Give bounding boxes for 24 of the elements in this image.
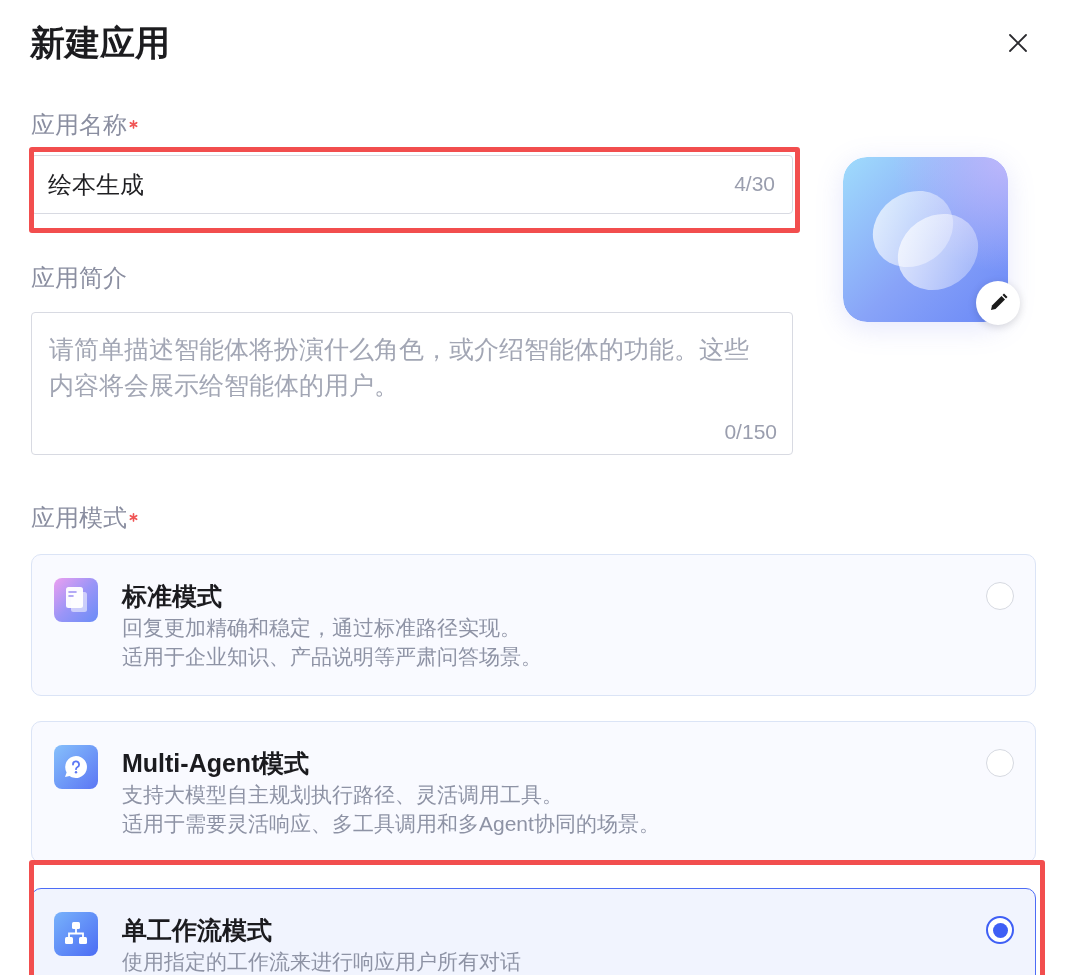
mode-option-card[interactable]: 标准模式 回复更加精确和稳定，通过标准路径实现。 适用于企业知识、产品说明等严肃问答场景。 [31,554,1036,696]
edit-avatar-button[interactable] [976,281,1020,325]
mode-option-card[interactable]: 单工作流模式 使用指定的工作流来进行响应用户所有对话 [31,888,1036,975]
radio-button[interactable] [986,916,1014,944]
option-title: Multi-Agent模式 [122,748,311,779]
option-description: 适用于需要灵活响应、多工具调用和多Agent协同的场景。 [122,812,661,836]
document-icon [54,578,98,622]
option-description: 适用于企业知识、产品说明等严肃问答场景。 [122,645,543,669]
close-button[interactable] [1006,31,1030,55]
option-description: 使用指定的工作流来进行响应用户所有对话 [122,950,522,974]
option-title: 单工作流模式 [122,915,273,946]
character-counter: 0/150 [724,419,777,445]
close-icon [1008,33,1028,53]
field-label: 应用模式 [31,503,127,533]
question-bubble-icon [54,745,98,789]
option-title: 标准模式 [122,581,223,612]
option-description: 回复更加精确和稳定，通过标准路径实现。 [122,616,522,640]
field-label: 应用名称 [31,110,127,140]
flowchart-icon [54,912,98,956]
character-counter: 4/30 [734,171,775,197]
field-label: 应用简介 [31,263,127,293]
option-description: 支持大模型自主规划执行路径、灵活调用工具。 [122,783,564,807]
dialog-title: 新建应用 [30,22,170,64]
mode-option-card[interactable]: Multi-Agent模式 支持大模型自主规划执行路径、灵活调用工具。 适用于需要灵活响应、多工具调用和多Agent协同的场景。 [31,721,1036,863]
